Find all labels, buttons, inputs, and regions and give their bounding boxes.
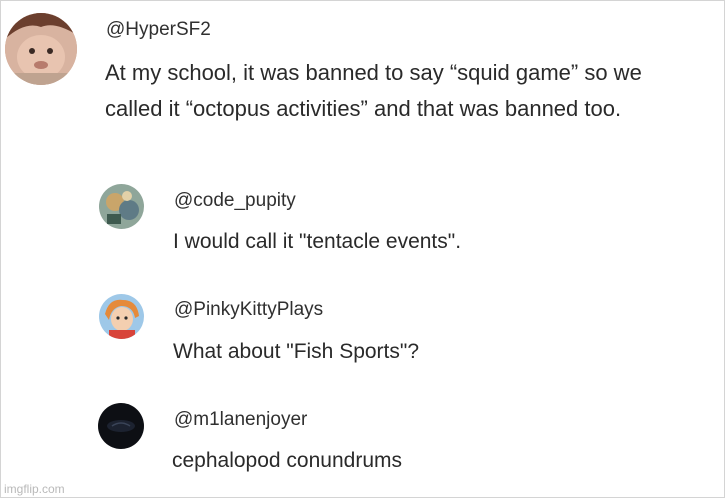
avatar[interactable] bbox=[98, 403, 144, 449]
comment-text: At my school, it was banned to say “squi… bbox=[105, 60, 642, 121]
avatar[interactable] bbox=[99, 294, 144, 339]
reply-text: What about "Fish Sports"? bbox=[173, 340, 420, 363]
reply-author[interactable]: @m1lanenjoyer bbox=[174, 409, 307, 431]
reply-author[interactable]: @PinkyKittyPlays bbox=[174, 299, 323, 321]
reply-text: cephalopod conundrums bbox=[172, 449, 402, 472]
watermark: imgflip.com bbox=[4, 482, 65, 496]
comment-author[interactable]: @HyperSF2 bbox=[106, 19, 211, 41]
reply-text: I would call it "tentacle events". bbox=[173, 230, 462, 253]
avatar[interactable] bbox=[5, 13, 77, 85]
avatar[interactable] bbox=[99, 184, 144, 229]
reply-author[interactable]: @code_pupity bbox=[174, 190, 296, 212]
